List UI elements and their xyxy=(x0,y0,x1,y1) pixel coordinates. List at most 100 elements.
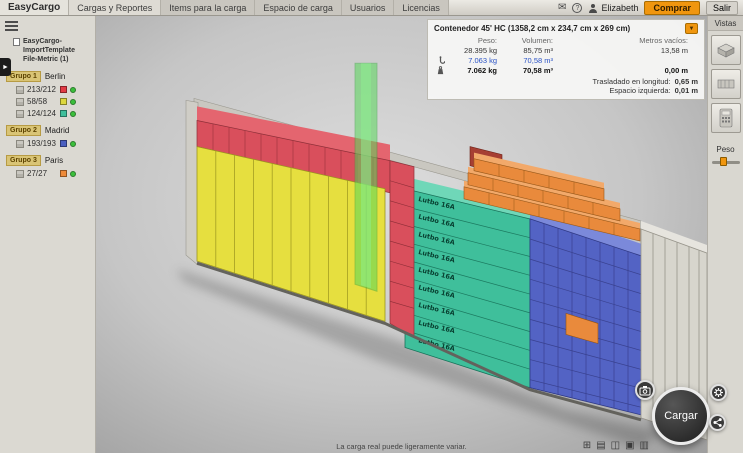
item-loaded-dot xyxy=(70,170,76,177)
cargo-item-row[interactable]: 213/212 xyxy=(16,85,95,94)
help-icon[interactable]: ? xyxy=(572,2,583,13)
tab-espacio-de-carga[interactable]: Espacio de carga xyxy=(255,0,342,15)
item-loaded-dot xyxy=(70,140,76,147)
item-loaded-dot xyxy=(70,98,76,105)
camera-icon xyxy=(639,385,651,395)
tab-items-para-la-carga[interactable]: Items para la carga xyxy=(161,0,256,15)
load-plan-3d-viewport[interactable]: Lutbo 16A Lutbo 16A Lutbo 16A Lutbo 16A … xyxy=(96,16,727,453)
share-icon xyxy=(713,418,722,427)
group-name-badge[interactable]: Grupo 1 xyxy=(6,71,41,83)
cargar-load-button[interactable]: Cargar xyxy=(652,387,710,445)
logout-button[interactable]: Salir xyxy=(705,0,738,15)
project-title[interactable]: EasyCargo-ImportTemplate File-Metric (1) xyxy=(13,37,93,64)
item-color-chip xyxy=(60,170,67,178)
cargo-group: Grupo 3 Paris 27/27 xyxy=(0,155,95,178)
container-info-panel: Contenedor 45' HC (1358,2 cm x 234,7 cm … xyxy=(427,19,705,100)
views-panel-title: Vistas xyxy=(708,16,743,31)
trasladado-line: Trasladado en longitud: 0,65 m xyxy=(592,77,698,86)
item-color-chip xyxy=(60,110,67,118)
container-title: Contenedor 45' HC (1358,2 cm x 234,7 cm … xyxy=(434,24,631,33)
project-file-icon xyxy=(13,38,20,46)
item-color-chip xyxy=(60,86,67,94)
settings-button[interactable] xyxy=(710,384,727,401)
buy-button[interactable]: Comprar xyxy=(644,0,700,15)
container-left-end xyxy=(185,100,199,266)
item-loaded-dot xyxy=(70,86,76,93)
weight-slider[interactable] xyxy=(711,157,740,166)
capacity-peso: 28.395 kg xyxy=(464,46,497,55)
screenshot-icon[interactable]: ▣ xyxy=(625,440,634,452)
espacio-line: Espacio izquierda: 0,01 m xyxy=(609,86,698,95)
view-preset-button-1[interactable] xyxy=(710,35,741,65)
mail-icon[interactable]: ✉ xyxy=(558,2,566,13)
hook-icon xyxy=(439,56,445,64)
cargo-item-row[interactable]: 124/124 xyxy=(16,109,95,118)
report-icon[interactable]: ▤ xyxy=(596,440,605,452)
cargo-item-row[interactable]: 58/58 xyxy=(16,97,95,106)
peso-header: Peso: xyxy=(477,36,497,45)
tab-licencias[interactable]: Licencias xyxy=(394,0,449,15)
collapse-sidebar-button[interactable]: ► xyxy=(0,58,11,76)
crate-icon xyxy=(16,169,24,178)
cargo-item-row[interactable]: 193/193 xyxy=(16,139,95,148)
tab-cargas-y-reportes[interactable]: Cargas y Reportes xyxy=(69,0,162,15)
camera-button[interactable] xyxy=(635,380,655,400)
net-volumen: 70,58 m³ xyxy=(522,66,553,75)
top-menu-bar: EasyCargo Cargas y Reportes Items para l… xyxy=(0,0,743,16)
user-menu[interactable]: Elizabeth xyxy=(588,3,638,13)
item-count: 193/193 xyxy=(27,139,56,149)
group-name-badge[interactable]: Grupo 2 xyxy=(6,125,41,137)
item-count: 124/124 xyxy=(27,109,56,119)
crate-icon xyxy=(16,97,24,106)
capacity-volumen: 85,75 m³ xyxy=(523,46,553,55)
project-name-line1: EasyCargo-ImportTemplate xyxy=(23,38,75,55)
split-view-icon[interactable]: ◫ xyxy=(611,440,620,452)
group-destination: Paris xyxy=(44,156,64,166)
group-destination: Berlin xyxy=(44,72,66,82)
crate-icon xyxy=(16,85,24,94)
item-count: 27/27 xyxy=(27,169,48,179)
loaded-volumen: 70,58 m³ xyxy=(523,56,553,65)
weight-slider-label: Peso xyxy=(716,145,735,154)
container-side-view-icon xyxy=(717,79,734,89)
container-select-dropdown-icon[interactable]: ▼ xyxy=(685,23,698,34)
container-view-icon xyxy=(716,43,735,58)
group-destination: Madrid xyxy=(44,126,70,136)
item-count: 213/212 xyxy=(27,85,56,95)
item-color-chip xyxy=(60,98,67,106)
project-name-line2: File-Metric (1) xyxy=(23,56,69,64)
calculator-icon xyxy=(719,108,732,128)
gear-icon xyxy=(714,388,723,397)
tab-usuarios[interactable]: Usuarios xyxy=(341,0,395,15)
weight-icon xyxy=(437,66,444,75)
item-color-chip xyxy=(60,140,67,148)
user-name: Elizabeth xyxy=(601,2,639,13)
net-peso: 7.062 kg xyxy=(467,66,497,75)
viewport-toolbar: ⊞ ▤ ◫ ▣ ▥ xyxy=(583,440,649,452)
cargo-group: Grupo 1 Berlin 213/212 58/58 124/124 xyxy=(0,71,95,118)
capacity-metros: 13,58 m xyxy=(660,46,688,55)
cargo-item-row[interactable]: 27/27 xyxy=(16,169,95,178)
main-tabs: Cargas y Reportes Items para la carga Es… xyxy=(69,0,449,15)
metros-header: Metros vacíos: xyxy=(639,36,688,45)
person-icon xyxy=(589,3,598,13)
net-metros: 0,00 m xyxy=(664,66,688,75)
hamburger-menu-icon[interactable] xyxy=(5,21,18,31)
view-preset-button-3[interactable] xyxy=(710,103,741,133)
app-logo[interactable]: EasyCargo xyxy=(0,0,70,15)
view-preset-button-2[interactable] xyxy=(710,69,741,99)
loaded-peso: 7.063 kg xyxy=(468,56,497,65)
item-loaded-dot xyxy=(70,110,76,117)
print-icon[interactable]: ▥ xyxy=(640,440,649,452)
item-count: 58/58 xyxy=(27,97,48,107)
volumen-header: Volumen: xyxy=(521,36,553,45)
shipment-sidebar: ► EasyCargo-ImportTemplate File-Metric (… xyxy=(0,16,96,453)
crate-icon xyxy=(16,109,24,118)
red-box-column[interactable] xyxy=(389,160,415,339)
load-steps-icon[interactable]: ⊞ xyxy=(583,440,591,452)
drop-indicator-beam xyxy=(354,62,378,292)
weight-slider-handle[interactable] xyxy=(719,157,727,166)
group-name-badge[interactable]: Grupo 3 xyxy=(6,155,41,167)
cargo-group: Grupo 2 Madrid 193/193 xyxy=(0,125,95,148)
share-button[interactable] xyxy=(709,414,726,431)
